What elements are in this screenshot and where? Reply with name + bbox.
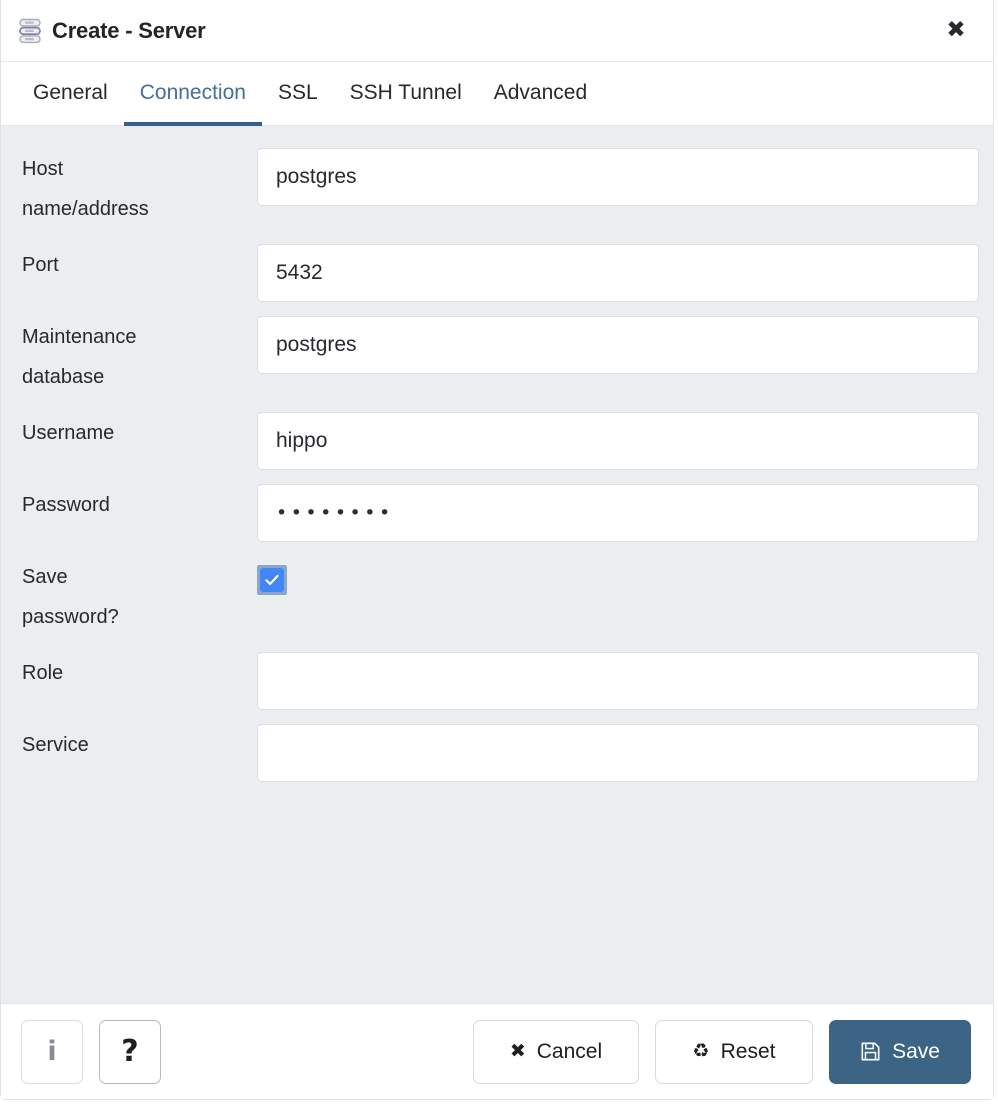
check-icon (265, 574, 279, 586)
tab-connection[interactable]: Connection (123, 63, 262, 126)
port-input[interactable] (257, 244, 979, 302)
password-input[interactable]: •••••••• (257, 484, 979, 542)
close-x-icon: ✖ (509, 1040, 526, 1062)
role-input[interactable] (257, 652, 979, 710)
form-row-maintenance-database: Maintenance database (17, 316, 979, 398)
form-row-role: Role (17, 652, 979, 710)
role-field-wrap (257, 652, 979, 710)
database-server-icon (19, 18, 41, 44)
floppy-disk-save-icon (860, 1041, 881, 1062)
host-input[interactable] (257, 148, 979, 206)
form-row-service: Service (17, 724, 979, 782)
cancel-button-label: Cancel (536, 1039, 603, 1063)
service-input[interactable] (257, 724, 979, 782)
username-input[interactable] (257, 412, 979, 470)
tab-ssh-tunnel[interactable]: SSH Tunnel (334, 63, 478, 126)
dialog-tabbar: General Connection SSL SSH Tunnel Advanc… (1, 62, 993, 126)
host-field-wrap (257, 148, 979, 206)
save-password-label-line1: Save (22, 566, 68, 588)
save-password-label-line2: password? (22, 606, 119, 628)
service-field-wrap (257, 724, 979, 782)
host-label-line2: name/address (22, 198, 149, 220)
tab-ssl[interactable]: SSL (262, 63, 334, 126)
form-row-host: Host name/address (17, 148, 979, 230)
question-mark-icon[interactable]: ? (99, 1019, 161, 1084)
reset-button[interactable]: ♻ Reset (655, 1019, 813, 1084)
maintenance-database-label-line1: Maintenance (22, 326, 137, 348)
tab-advanced[interactable]: Advanced (478, 63, 603, 126)
dialog-title-group: Create - Server (19, 18, 206, 44)
username-field-wrap (257, 412, 979, 470)
host-label: Host name/address (17, 148, 257, 230)
port-field-wrap (257, 244, 979, 302)
connection-form: Host name/address Port Maintenance datab… (1, 126, 993, 1003)
dialog-footer: i ? ✖ Cancel ♻ Reset Save (1, 1003, 993, 1099)
username-label: Username (22, 422, 115, 444)
create-server-dialog: Create - Server ✖ General Connection SSL… (0, 0, 994, 1100)
password-label: Password (22, 494, 110, 516)
info-icon[interactable]: i (21, 1019, 83, 1084)
dialog-title: Create - Server (52, 17, 206, 43)
form-row-port: Port (17, 244, 979, 302)
save-password-checkbox[interactable] (257, 565, 287, 595)
recycle-icon: ♻ (692, 1040, 710, 1062)
dialog-titlebar: Create - Server ✖ (1, 0, 993, 62)
save-password-label: Save password? (17, 556, 257, 638)
close-icon[interactable]: ✖ (939, 14, 973, 48)
host-label-line1: Host (22, 158, 64, 180)
checkbox-box (260, 568, 284, 592)
form-row-password: Password •••••••• (17, 484, 979, 542)
password-masked-value: •••••••• (276, 501, 394, 524)
port-label: Port (22, 254, 59, 276)
role-label: Role (22, 662, 64, 684)
reset-button-label: Reset (720, 1039, 776, 1063)
maintenance-database-label: Maintenance database (17, 316, 257, 398)
form-row-save-password: Save password? (17, 556, 977, 638)
cancel-button[interactable]: ✖ Cancel (473, 1019, 639, 1084)
password-field-wrap: •••••••• (257, 484, 979, 542)
save-button-label: Save (892, 1039, 940, 1063)
tab-general[interactable]: General (17, 63, 124, 126)
maintenance-database-input[interactable] (257, 316, 979, 374)
maintenance-database-field-wrap (257, 316, 979, 374)
form-row-username: Username (17, 412, 979, 470)
maintenance-database-label-line2: database (22, 366, 105, 388)
save-button[interactable]: Save (829, 1019, 971, 1084)
save-password-field-wrap (257, 556, 977, 595)
service-label: Service (22, 734, 89, 756)
